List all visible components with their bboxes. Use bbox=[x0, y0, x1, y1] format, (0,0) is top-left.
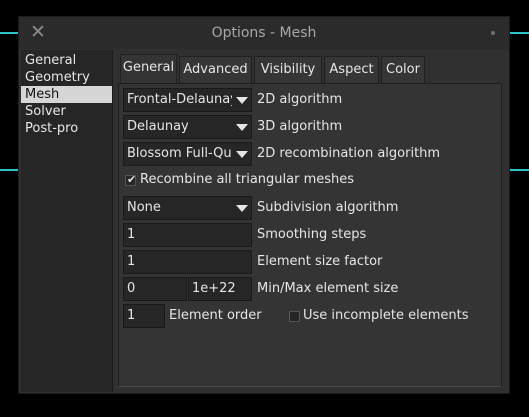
chevron-down-icon bbox=[232, 89, 251, 111]
sidebar-item-mesh[interactable]: Mesh bbox=[21, 86, 112, 103]
min-element-size-input[interactable]: 0 bbox=[123, 277, 187, 301]
sidebar-item-post-pro[interactable]: Post-pro bbox=[21, 120, 112, 137]
smoothing-steps-input[interactable]: 1 bbox=[123, 223, 252, 247]
check-icon: ✔ bbox=[127, 173, 137, 186]
window-menu-dot-icon[interactable] bbox=[491, 31, 495, 35]
window-title: Options - Mesh bbox=[211, 25, 317, 41]
element-order-label: Element order bbox=[169, 308, 262, 323]
sidebar-item-solver[interactable]: Solver bbox=[21, 103, 112, 120]
algorithm-2d-label: 2D algorithm bbox=[257, 92, 343, 107]
recombination-algorithm-select[interactable]: Blossom Full-Quad bbox=[123, 142, 252, 166]
subdivision-algorithm-select[interactable]: None bbox=[123, 196, 252, 220]
algorithm-3d-value: Delaunay bbox=[127, 119, 189, 134]
chevron-down-icon bbox=[232, 143, 251, 165]
algorithm-3d-select[interactable]: Delaunay bbox=[123, 115, 252, 139]
options-window: Options - Mesh ✕ General Geometry Mesh S… bbox=[18, 16, 510, 394]
element-order-input[interactable]: 1 bbox=[123, 304, 165, 328]
category-sidebar: General Geometry Mesh Solver Post-pro bbox=[21, 50, 113, 392]
options-content: General Advanced Visibility Aspect Color… bbox=[118, 54, 502, 387]
algorithm-2d-select[interactable]: Frontal-Delaunay bbox=[123, 88, 252, 112]
min-max-element-size-label: Min/Max element size bbox=[257, 281, 399, 296]
recombine-all-checkbox[interactable]: ✔ bbox=[125, 173, 137, 186]
smoothing-steps-label: Smoothing steps bbox=[257, 227, 367, 242]
chevron-down-icon bbox=[232, 116, 251, 138]
tab-advanced[interactable]: Advanced bbox=[179, 56, 252, 83]
recombination-algorithm-label: 2D recombination algorithm bbox=[257, 146, 441, 161]
chevron-down-icon bbox=[232, 197, 251, 219]
sidebar-item-general[interactable]: General bbox=[21, 52, 112, 69]
incomplete-elements-checkbox[interactable] bbox=[289, 311, 300, 322]
close-icon[interactable]: ✕ bbox=[29, 23, 47, 42]
tab-general[interactable]: General bbox=[120, 54, 177, 84]
algorithm-2d-value: Frontal-Delaunay bbox=[127, 92, 238, 107]
general-panel: Frontal-Delaunay 2D algorithm Delaunay 3… bbox=[118, 83, 502, 387]
recombination-algorithm-value: Blossom Full-Quad bbox=[127, 146, 248, 161]
incomplete-elements-label: Use incomplete elements bbox=[303, 308, 469, 323]
subdivision-algorithm-label: Subdivision algorithm bbox=[257, 200, 399, 215]
subdivision-algorithm-value: None bbox=[127, 200, 161, 215]
recombine-all-label: Recombine all triangular meshes bbox=[140, 172, 355, 187]
tab-visibility[interactable]: Visibility bbox=[254, 56, 322, 83]
titlebar: Options - Mesh ✕ bbox=[19, 17, 509, 49]
sidebar-item-geometry[interactable]: Geometry bbox=[21, 69, 112, 86]
element-size-factor-label: Element size factor bbox=[257, 254, 383, 269]
max-element-size-input[interactable]: 1e+22 bbox=[188, 277, 252, 301]
element-size-factor-input[interactable]: 1 bbox=[123, 250, 252, 274]
algorithm-3d-label: 3D algorithm bbox=[257, 119, 343, 134]
tab-color[interactable]: Color bbox=[381, 56, 425, 83]
tab-aspect[interactable]: Aspect bbox=[324, 56, 379, 83]
